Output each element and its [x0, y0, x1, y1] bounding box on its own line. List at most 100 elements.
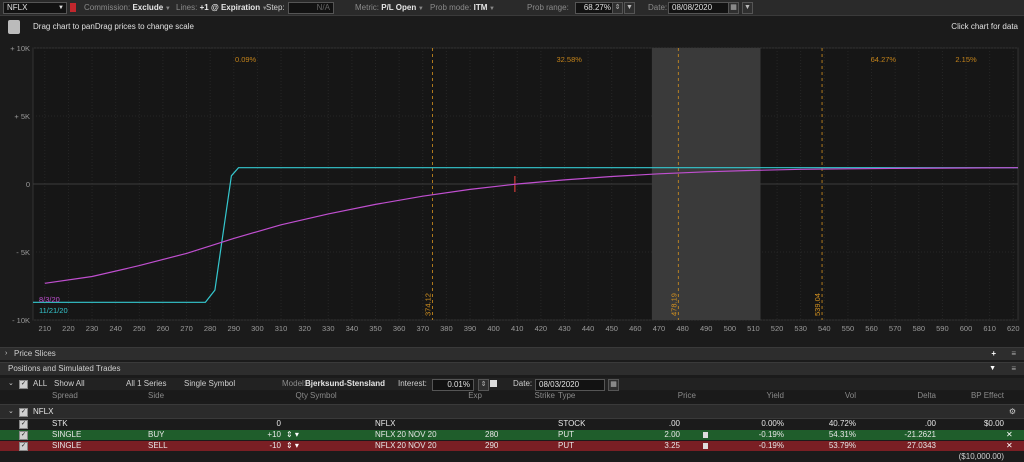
prob-range-input[interactable]: 68.27% [575, 2, 615, 14]
cell-side: SELL [148, 441, 168, 450]
x-tick-label: 440 [582, 324, 595, 333]
x-tick-label: 610 [983, 324, 996, 333]
menu-icon[interactable]: ≡ [1011, 348, 1016, 360]
col-vol[interactable]: Vol [808, 391, 856, 401]
col-yield[interactable]: Yield [740, 391, 785, 401]
col-strike[interactable]: Strike [505, 391, 555, 401]
prob-range-stepper[interactable]: ⇕ [612, 2, 623, 14]
price-lock-icon[interactable] [703, 443, 708, 449]
x-tick-label: 260 [157, 324, 170, 333]
positions-date-input[interactable]: 08/03/2020 [535, 379, 605, 391]
cell-qty[interactable]: -10 [255, 441, 281, 451]
metric-control[interactable]: Metric: P/L Open ▼ [355, 2, 424, 13]
settings-gear-icon[interactable]: ⚙ [1009, 405, 1016, 418]
date-label: Date: [648, 3, 668, 12]
cell-exp: 20 NOV 20 [397, 441, 437, 450]
symbol-mode-dropdown[interactable]: Single Symbol [184, 378, 235, 390]
prob-mode-control[interactable]: Prob mode: ITM ▼ [430, 2, 495, 13]
price-marker-label: 539.04 [813, 293, 822, 316]
col-bp-effect[interactable]: BP Effect [950, 391, 1004, 401]
price-slices-header[interactable]: › Price Slices + ≡ [0, 347, 1024, 360]
lines-value: +1 @ Expiration [199, 3, 261, 12]
remove-row-icon[interactable]: ✕ [1006, 430, 1013, 440]
risk-profile-chart[interactable]: 210 220 230 240 250 260 270 280 290 300 310 320 330 3… [0, 38, 1024, 336]
col-qty[interactable]: Qty [260, 391, 308, 401]
col-spread[interactable]: Spread [52, 391, 78, 401]
x-tick-label: 230 [86, 324, 99, 333]
group-collapse-icon[interactable]: ⌄ [8, 405, 14, 418]
cell-spread: SINGLE [52, 441, 82, 450]
cell-price[interactable]: 2.00 [650, 430, 680, 440]
group-symbol: NFLX [33, 407, 54, 416]
col-type[interactable]: Type [558, 391, 575, 401]
row-checkbox[interactable]: ✓ [19, 431, 28, 440]
remove-row-icon[interactable]: ✕ [1006, 441, 1013, 451]
cell-qty[interactable]: +10 [255, 430, 281, 440]
positions-menu-icon[interactable]: ≡ [1011, 363, 1016, 375]
show-all-dropdown[interactable]: Show All [54, 378, 85, 390]
price-marker-label: 374.12 [423, 293, 432, 316]
col-delta[interactable]: Delta [870, 391, 936, 401]
interest-stepper[interactable]: ⇕ [478, 379, 489, 391]
shaded-range [651, 48, 761, 320]
cell-vol: 54.31% [828, 430, 856, 439]
positions-calendar-icon[interactable]: ▦ [608, 379, 619, 391]
table-row[interactable]: ✓ SINGLE BUY +10 NFLX 20 NOV 20 280 PUT 2.00 -0.1… [0, 430, 1024, 440]
select-all-checkbox[interactable]: ✓ [19, 380, 28, 389]
red-flag-icon[interactable] [70, 3, 76, 12]
collapse-icon[interactable]: ⌄ [8, 378, 14, 390]
commission-control[interactable]: Commission: Exclude ▼ [84, 2, 171, 13]
x-tick-label: 620 [1007, 324, 1020, 333]
funnel-icon[interactable]: ▼ [989, 363, 996, 375]
qty-stepper[interactable]: ⇕ ▾ [286, 441, 299, 451]
metric-label: Metric: [355, 3, 379, 12]
step-input[interactable]: N/A [288, 2, 334, 14]
symbol-value: NFLX [7, 3, 28, 12]
x-tick-label: 320 [298, 324, 311, 333]
interest-input[interactable]: 0.01% [432, 379, 474, 391]
lines-control[interactable]: Lines: +1 @ Expiration ▼ [176, 2, 268, 13]
date-dropdown[interactable]: ▼ [742, 2, 753, 14]
cell-price[interactable]: 3.25 [650, 441, 680, 451]
cell-symbol: NFLX [375, 419, 396, 428]
table-row[interactable]: ✓ SINGLE SELL -10 NFLX 20 NOV 20 290 PUT 3.25 -0.… [0, 441, 1024, 451]
x-tick-label: 210 [39, 324, 52, 333]
x-tick-label: 450 [605, 324, 618, 333]
row-checkbox[interactable]: ✓ [19, 420, 28, 429]
model-dropdown[interactable]: Bjerksund-Stensland [305, 378, 385, 390]
symbol-selector[interactable]: NFLX ▼ [3, 2, 67, 14]
lines-label: Lines: [176, 3, 198, 12]
series-dropdown[interactable]: All 1 Series [126, 378, 166, 390]
row-checkbox[interactable]: ✓ [19, 442, 28, 451]
group-checkbox[interactable]: ✓ [19, 408, 28, 417]
positions-title: Positions and Simulated Trades [8, 364, 121, 373]
x-tick-label: 280 [204, 324, 217, 333]
col-price[interactable]: Price [650, 391, 696, 401]
commission-label: Commission: [84, 3, 131, 12]
qty-stepper[interactable]: ⇕ ▾ [286, 430, 299, 440]
col-symbol[interactable]: Symbol [310, 391, 337, 401]
price-marker-label: 478.19 [669, 293, 678, 316]
col-side[interactable]: Side [148, 391, 164, 401]
group-row[interactable]: ⌄ ✓ NFLX ⚙ [0, 404, 1024, 419]
prob-mode-label: Prob mode: [430, 3, 472, 12]
cell-type: PUT [558, 441, 574, 450]
cell-strike: 280 [485, 430, 499, 439]
table-row[interactable]: ✓ STK 0 NFLX STOCK .00 0.00% 40.72% .00 $0.00 [0, 419, 1024, 429]
lock-icon[interactable] [490, 380, 497, 387]
col-exp[interactable]: Exp [430, 391, 482, 401]
chart-settings-icon[interactable] [8, 20, 20, 34]
total-bp-effect: ($10,000.00) [958, 452, 1004, 461]
date-input[interactable]: 08/08/2020 [668, 2, 730, 14]
prob-range-dropdown[interactable]: ▼ [624, 2, 635, 14]
price-lock-icon[interactable] [703, 432, 708, 438]
prob-range-label: Prob range: [527, 3, 569, 12]
x-tick-label: 420 [535, 324, 548, 333]
x-tick-label: 380 [440, 324, 453, 333]
x-tick-label: 510 [747, 324, 760, 333]
calendar-icon[interactable]: ▦ [728, 2, 739, 14]
cell-qty[interactable]: 0 [255, 419, 281, 429]
cell-bp: $0.00 [983, 419, 1004, 428]
cell-price[interactable]: .00 [650, 419, 680, 429]
add-icon[interactable]: + [991, 348, 996, 360]
